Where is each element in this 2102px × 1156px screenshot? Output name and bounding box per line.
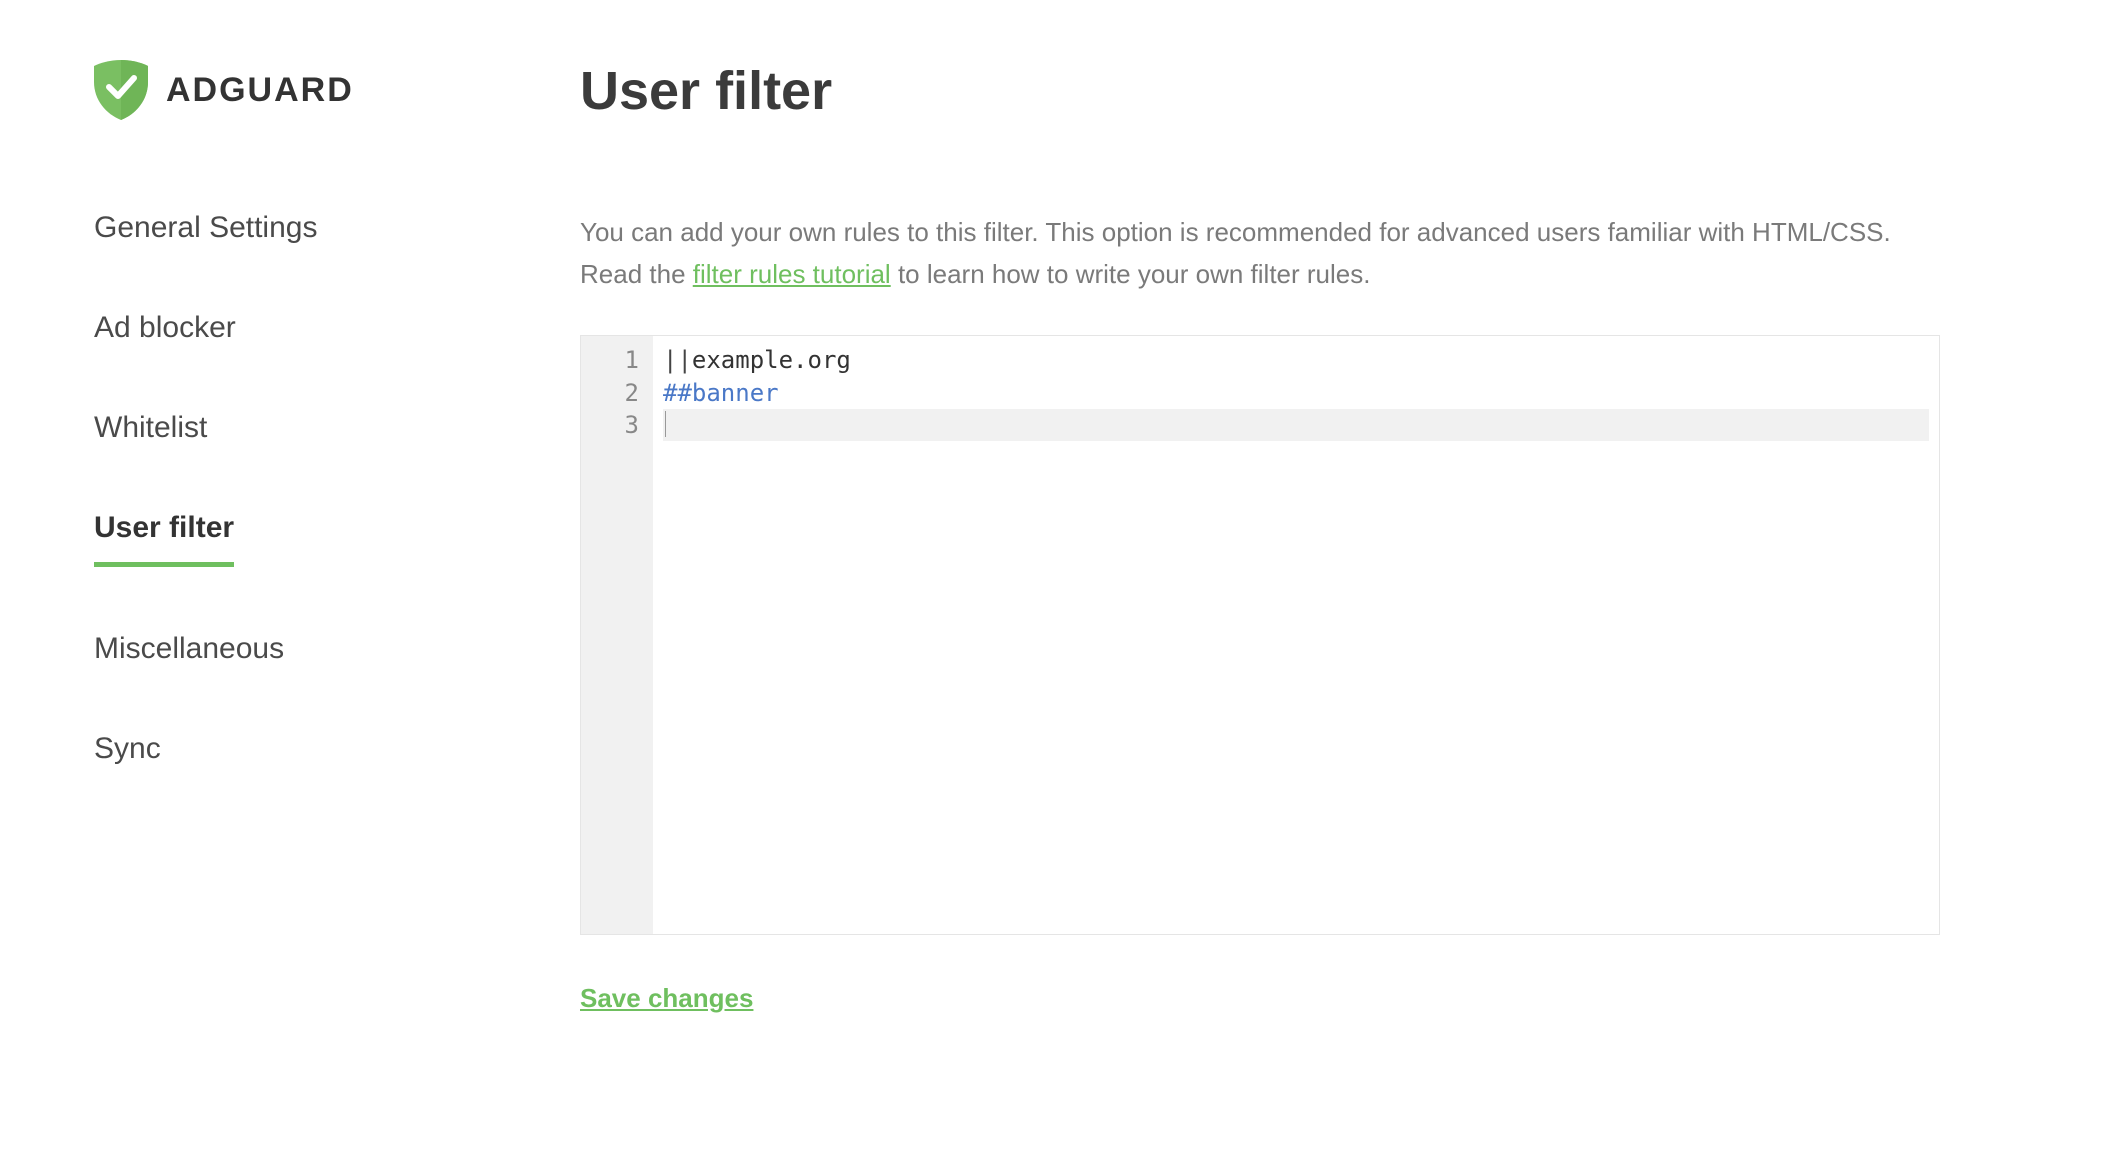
sidebar-item-sync[interactable]: Sync xyxy=(94,731,161,767)
shield-check-icon xyxy=(94,60,148,120)
page-title: User filter xyxy=(580,60,1940,122)
sidebar-item-miscellaneous[interactable]: Miscellaneous xyxy=(94,631,284,667)
sidebar: ADGUARD General Settings Ad blocker Whit… xyxy=(80,60,500,1014)
code-line xyxy=(663,409,1929,441)
code-line: ##banner xyxy=(663,377,1929,409)
brand-logo: ADGUARD xyxy=(94,60,500,120)
brand-name: ADGUARD xyxy=(166,71,354,110)
sidebar-item-user-filter[interactable]: User filter xyxy=(94,510,234,567)
sidebar-item-general-settings[interactable]: General Settings xyxy=(94,210,317,246)
filter-editor[interactable]: 1 2 3 ||example.org ##banner xyxy=(580,335,1940,935)
rule-prefix: || xyxy=(663,346,692,374)
editor-code-area[interactable]: ||example.org ##banner xyxy=(653,336,1939,934)
sidebar-nav: General Settings Ad blocker Whitelist Us… xyxy=(94,210,500,767)
line-number: 3 xyxy=(605,409,639,441)
rule-prefix: ## xyxy=(663,379,692,407)
text-cursor-icon xyxy=(665,411,666,437)
description-text-post: to learn how to write your own filter ru… xyxy=(891,259,1371,289)
filter-rules-tutorial-link[interactable]: filter rules tutorial xyxy=(693,259,891,289)
save-changes-button[interactable]: Save changes xyxy=(580,983,753,1014)
editor-gutter: 1 2 3 xyxy=(581,336,653,934)
rule-body: banner xyxy=(692,379,779,407)
line-number: 2 xyxy=(605,377,639,409)
rule-body: example.org xyxy=(692,346,851,374)
sidebar-item-ad-blocker[interactable]: Ad blocker xyxy=(94,310,236,346)
code-line: ||example.org xyxy=(663,344,1929,376)
main-content: User filter You can add your own rules t… xyxy=(580,60,1940,1014)
line-number: 1 xyxy=(605,344,639,376)
page-description: You can add your own rules to this filte… xyxy=(580,212,1940,295)
sidebar-item-whitelist[interactable]: Whitelist xyxy=(94,410,207,446)
